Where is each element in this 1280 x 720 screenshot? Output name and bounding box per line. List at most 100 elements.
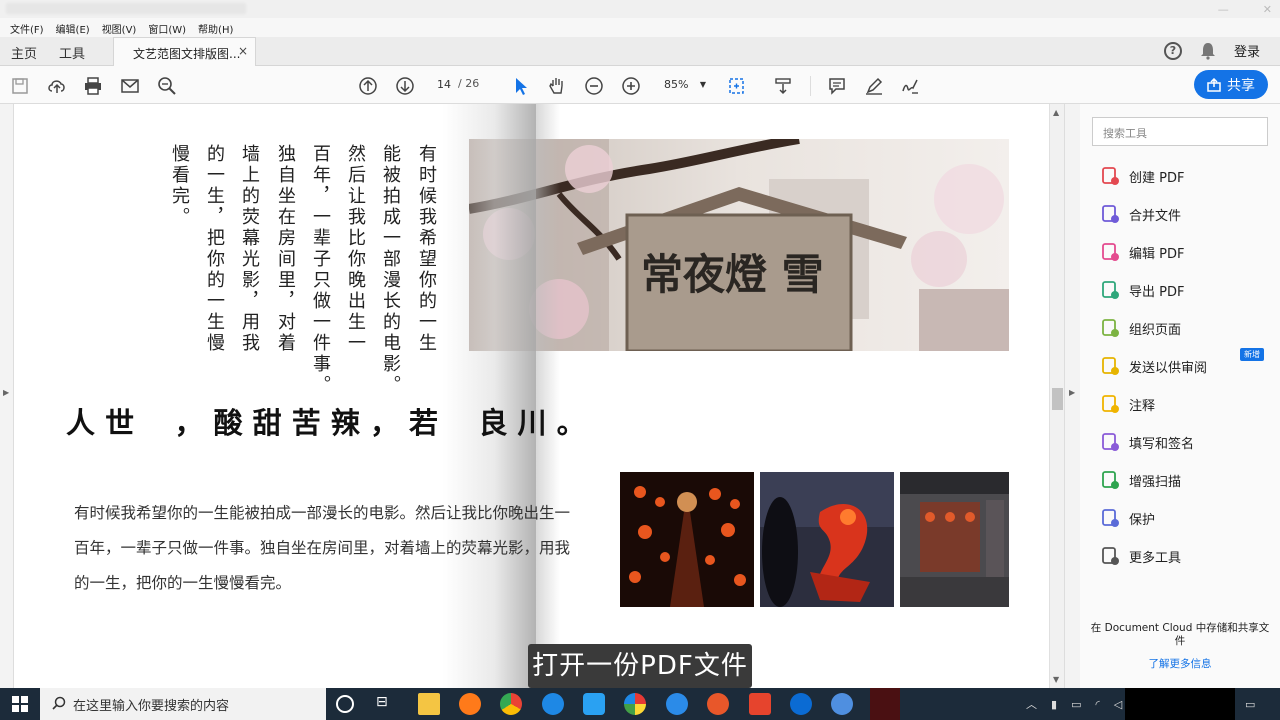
ie-icon[interactable] — [666, 693, 688, 715]
scroll-down-icon[interactable]: ▼ — [1053, 675, 1059, 684]
tool-item[interactable]: 保护 — [1100, 505, 1155, 531]
document-tab-title: 文艺范图文排版图... — [133, 47, 241, 61]
menu-help[interactable]: 帮助(H) — [192, 18, 239, 37]
cortana-icon[interactable] — [336, 695, 354, 713]
clock-area[interactable] — [1125, 688, 1235, 720]
tool-item[interactable]: 填写和签名 — [1100, 429, 1194, 455]
vertical-text-column: 独自坐在房间里，对着 — [275, 144, 296, 354]
menu-bar: 文件(F) 编辑(E) 视图(V) 窗口(W) 帮助(H) — [0, 18, 1280, 37]
search-app-icon[interactable] — [542, 693, 564, 715]
app-icon[interactable] — [831, 693, 853, 715]
acrobat-taskbar-icon[interactable] — [870, 688, 900, 720]
previous-page-icon[interactable] — [357, 75, 379, 97]
email-icon[interactable] — [119, 75, 141, 97]
login-link[interactable]: 登录 — [1234, 41, 1260, 60]
tab-document[interactable]: 文艺范图文排版图... × — [113, 37, 256, 67]
share-button[interactable]: 共享 — [1194, 70, 1268, 99]
menu-file[interactable]: 文件(F) — [4, 18, 50, 37]
vertical-text-column: 百年，一辈子只做一件事。 — [310, 144, 331, 396]
zoom-out-icon[interactable] — [583, 75, 605, 97]
video-caption: 打开一份PDF文件 — [528, 644, 752, 688]
tool-item[interactable]: 创建 PDF — [1100, 163, 1184, 189]
taskbar-search-input[interactable]: 在这里输入你要搜索的内容 — [40, 688, 326, 720]
taskbar: 在这里输入你要搜索的内容 ⊟ ︿ ▮ ▭ ◜ ◁ ▭ — [0, 688, 1280, 720]
tool-item[interactable]: 导出 PDF — [1100, 277, 1184, 303]
close-window-icon[interactable]: ✕ — [1263, 3, 1272, 16]
tool-item[interactable]: 发送以供审阅 — [1100, 353, 1207, 379]
vertical-scrollbar[interactable]: ▲ ▼ — [1049, 104, 1064, 688]
wps-icon[interactable] — [749, 693, 771, 715]
tool-label: 编辑 PDF — [1129, 246, 1185, 262]
scrollbar-thumb[interactable] — [1052, 388, 1063, 410]
tool-item[interactable]: 编辑 PDF — [1100, 239, 1184, 265]
cloud-upload-icon[interactable] — [46, 75, 68, 97]
cherry-blossom-sign-photo: 常夜燈 雪 — [469, 139, 1009, 351]
comment-icon — [1102, 395, 1119, 413]
firefox-icon[interactable] — [459, 693, 481, 715]
highlight-pen-icon[interactable] — [863, 75, 885, 97]
edge-icon[interactable] — [790, 693, 812, 715]
scroll-mode-icon[interactable] — [772, 75, 794, 97]
microphone-icon[interactable]: ▮ — [1051, 698, 1057, 711]
chevron-up-icon[interactable]: ︿ — [1026, 696, 1037, 712]
comment-icon[interactable] — [826, 75, 848, 97]
body-paragraph: 有时候我希望你的一生能被拍成一部漫长的电影。然后让我比你晚出生一百年，一辈子只做… — [74, 504, 571, 592]
file-explorer-icon[interactable] — [418, 693, 440, 715]
chevron-down-icon: ▼ — [699, 80, 706, 89]
tab-bar: 主页 工具 文艺范图文排版图... × ? 登录 — [0, 37, 1280, 67]
bell-icon[interactable] — [1200, 42, 1216, 60]
volume-icon[interactable]: ◁ — [1114, 698, 1122, 711]
send-review-icon — [1102, 357, 1119, 375]
scroll-up-icon[interactable]: ▲ — [1053, 108, 1059, 117]
help-icon[interactable]: ? — [1163, 41, 1182, 60]
print-icon[interactable] — [82, 75, 104, 97]
right-panel-toggle[interactable]: ▶ — [1064, 104, 1080, 688]
close-tab-icon[interactable]: × — [238, 44, 248, 58]
tab-tools[interactable]: 工具 — [59, 43, 85, 62]
sign-calligraphy: 常夜燈 雪 — [641, 250, 824, 299]
vertical-text-column: 然后让我比你晚出生一 — [345, 144, 366, 354]
page-number-input[interactable]: 14 — [432, 76, 456, 94]
menu-view[interactable]: 视图(V) — [96, 18, 143, 37]
app-icon[interactable] — [583, 693, 605, 715]
tool-item[interactable]: 增强扫描 — [1100, 467, 1181, 493]
select-cursor-icon[interactable] — [509, 75, 531, 97]
windows-start-button[interactable] — [0, 688, 40, 720]
zoom-dropdown[interactable]: 85% ▼ — [656, 76, 712, 94]
hand-tool-icon[interactable] — [546, 75, 568, 97]
lantern-street-photo — [620, 472, 754, 607]
wifi-icon[interactable]: ◜ — [1095, 698, 1099, 711]
tool-item[interactable]: 注释 — [1100, 391, 1155, 417]
vertical-text-column: 的一生，把你的一生慢 — [204, 144, 225, 354]
next-page-icon[interactable] — [394, 75, 416, 97]
menu-edit[interactable]: 编辑(E) — [50, 18, 96, 37]
chevron-right-icon: ▶ — [3, 388, 10, 397]
vertical-text-column: 墙上的荧幕光影，用我 — [239, 144, 260, 354]
find-icon[interactable] — [156, 75, 178, 97]
search-tools-input[interactable]: 搜索工具 — [1092, 117, 1268, 146]
tools-panel: 搜索工具 创建 PDF 合并文件编辑 PDF 导出 PDF 组织页面发送以供审阅 注释填… — [1080, 104, 1280, 688]
menu-window[interactable]: 窗口(W) — [142, 18, 192, 37]
chrome-icon[interactable] — [500, 693, 522, 715]
window-controls: — ✕ — [1218, 3, 1272, 16]
minimize-icon[interactable]: — — [1218, 3, 1229, 16]
tool-item[interactable]: 更多工具 — [1100, 543, 1181, 569]
notification-icon[interactable]: ▭ — [1245, 688, 1280, 720]
app-icon[interactable] — [707, 693, 729, 715]
tool-item[interactable]: 合并文件 — [1100, 201, 1181, 227]
fit-page-icon[interactable] — [726, 75, 748, 97]
more-tools-icon — [1102, 547, 1119, 565]
save-icon[interactable] — [9, 75, 31, 97]
browser-icon[interactable] — [624, 693, 646, 715]
task-view-icon[interactable]: ⊟ — [376, 694, 398, 716]
taskbar-search-placeholder: 在这里输入你要搜索的内容 — [73, 699, 230, 714]
fill-sign-icon — [1102, 433, 1119, 451]
sign-icon[interactable] — [899, 75, 921, 97]
tool-item[interactable]: 组织页面 — [1100, 315, 1181, 341]
toolbar-divider — [810, 76, 811, 96]
left-panel-toggle[interactable]: ▶ — [0, 104, 14, 688]
battery-icon[interactable]: ▭ — [1071, 698, 1081, 711]
zoom-in-icon[interactable] — [620, 75, 642, 97]
learn-more-link[interactable]: 了解更多信息 — [1090, 656, 1270, 671]
tab-home[interactable]: 主页 — [11, 43, 37, 62]
